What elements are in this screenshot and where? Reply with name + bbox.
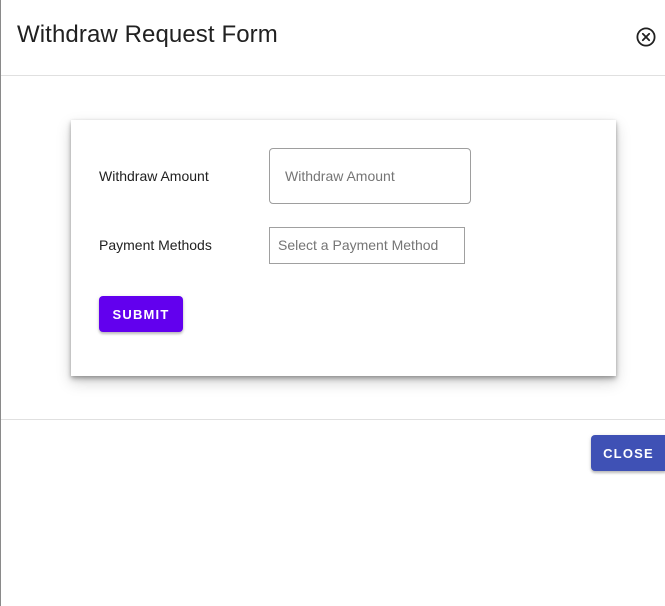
withdraw-form-card: Withdraw Amount Payment Methods Select a… xyxy=(71,120,616,376)
withdraw-dialog: Withdraw Request Form Withdraw Amount Pa… xyxy=(0,0,665,606)
submit-button[interactable]: SUBMIT xyxy=(99,296,183,332)
payment-methods-label: Payment Methods xyxy=(99,237,212,253)
withdraw-amount-label: Withdraw Amount xyxy=(99,168,209,184)
dialog-header: Withdraw Request Form xyxy=(1,0,665,76)
footer-divider xyxy=(1,419,665,420)
close-icon[interactable] xyxy=(635,26,657,48)
dialog-title: Withdraw Request Form xyxy=(17,21,278,48)
payment-method-select[interactable]: Select a Payment Method xyxy=(269,227,465,264)
close-button[interactable]: CLOSE xyxy=(591,435,665,471)
payment-method-placeholder: Select a Payment Method xyxy=(278,237,439,253)
close-circle-icon xyxy=(636,27,656,47)
withdraw-amount-input[interactable] xyxy=(269,148,471,204)
